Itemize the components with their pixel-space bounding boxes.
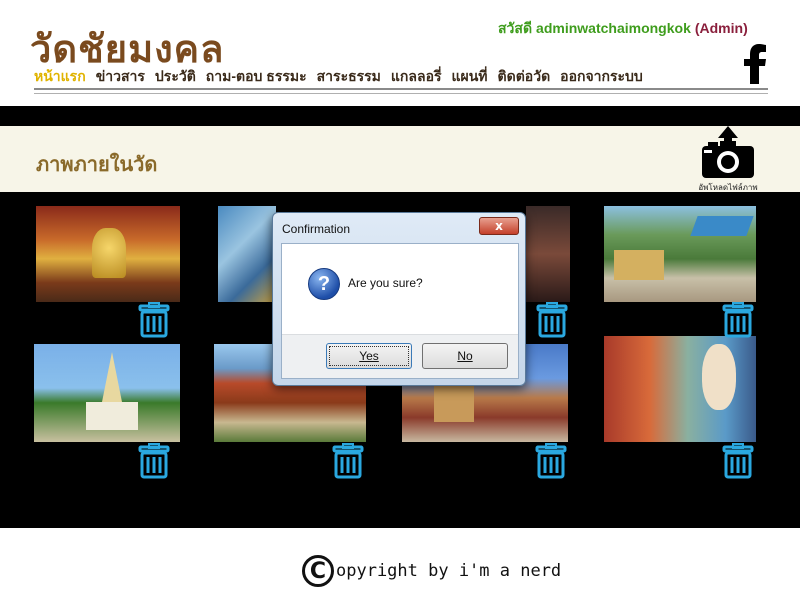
header-band [0, 106, 800, 126]
gallery-photo[interactable] [604, 206, 756, 302]
nav-item-dharma-qa[interactable]: ถาม-ตอบ ธรรมะ [206, 66, 307, 88]
no-button-label: No [457, 349, 473, 363]
username[interactable]: adminwatchaimongkok [536, 20, 691, 36]
trash-icon[interactable] [535, 302, 569, 338]
gallery-photo[interactable] [36, 206, 180, 302]
copyright-icon: C [302, 555, 334, 587]
trash-icon[interactable] [137, 302, 171, 338]
gallery-photo[interactable] [604, 336, 756, 442]
nav-item-gallery[interactable]: แกลลอรี่ [391, 66, 442, 88]
user-greeting: สวัสดี adminwatchaimongkok (Admin) [498, 18, 748, 40]
nav-item-history[interactable]: ประวัติ [155, 66, 196, 88]
nav-item-logout[interactable]: ออกจากระบบ [560, 66, 643, 88]
trash-icon[interactable] [534, 443, 568, 479]
trash-icon[interactable] [137, 443, 171, 479]
main-nav: หน้าแรก ข่าวสาร ประวัติ ถาม-ตอบ ธรรมะ สา… [34, 66, 643, 88]
nav-divider [34, 88, 768, 90]
dialog-body: ? Are you sure? Yes No [281, 243, 519, 379]
dialog-footer: Yes No [282, 334, 518, 378]
facebook-icon[interactable] [738, 44, 772, 84]
dialog-close-button[interactable]: x [479, 217, 519, 235]
yes-button[interactable]: Yes [326, 343, 412, 369]
page: วัดชัยมงคล สวัสดี adminwatchaimongkok (Adm… [0, 0, 800, 600]
copyright-footer: C opyright by i'm a nerd [302, 555, 561, 587]
nav-item-news[interactable]: ข่าวสาร [96, 66, 145, 88]
nav-item-home[interactable]: หน้าแรก [34, 66, 86, 88]
greeting-text: สวัสดี [498, 20, 533, 36]
question-icon: ? [308, 268, 340, 300]
nav-item-dharma-content[interactable]: สาระธรรม [317, 66, 381, 88]
gallery-photo[interactable] [526, 206, 570, 302]
confirmation-dialog: Confirmation x ? Are you sure? Yes No [272, 212, 526, 386]
dialog-title: Confirmation [282, 222, 351, 236]
nav-item-contact[interactable]: ติดต่อวัด [498, 66, 551, 88]
user-role: (Admin) [694, 20, 748, 36]
trash-icon[interactable] [331, 443, 365, 479]
gallery-photo[interactable] [34, 344, 180, 442]
upload-photo-button[interactable]: อัพโหลดไฟล์ภาพ [690, 124, 766, 192]
section-title: ภาพภายในวัด [36, 152, 158, 176]
trash-icon[interactable] [721, 443, 755, 479]
trash-icon[interactable] [721, 302, 755, 338]
camera-upload-icon [702, 126, 754, 178]
dialog-message: Are you sure? [348, 276, 423, 290]
no-button[interactable]: No [422, 343, 508, 369]
yes-button-label: Yes [359, 349, 379, 363]
gallery-photo[interactable] [218, 206, 276, 302]
nav-item-map[interactable]: แผนที่ [452, 66, 488, 88]
nav-divider [34, 93, 768, 94]
copyright-text: opyright by i'm a nerd [336, 561, 562, 581]
